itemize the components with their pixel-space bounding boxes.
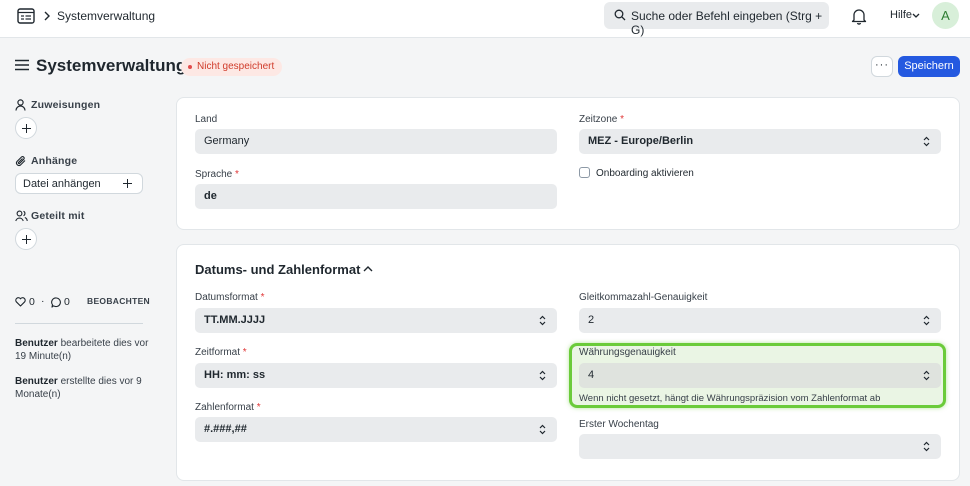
time-format-select[interactable]: HH: mm: ss: [195, 363, 557, 388]
country-input[interactable]: Germany: [195, 129, 557, 154]
more-actions-button[interactable]: ···: [871, 56, 893, 77]
float-precision-value: 2: [588, 314, 595, 326]
follow-button[interactable]: BEOBACHTEN: [87, 296, 150, 306]
search-placeholder: Suche oder Befehl eingeben (Strg + G): [631, 9, 823, 37]
comment-icon[interactable]: [51, 297, 62, 308]
menu-toggle-icon[interactable]: [15, 59, 29, 71]
timezone-select[interactable]: MEZ - Europe/Berlin: [579, 129, 941, 154]
shared-with-label: Geteilt mit: [31, 210, 85, 222]
country-label: Land: [195, 114, 218, 125]
language-label: Sprache *: [195, 169, 239, 180]
sidebar-divider: [15, 323, 143, 324]
currency-precision-label: Währungsgenauigkeit: [579, 347, 676, 358]
add-assignment-button[interactable]: [15, 117, 37, 139]
date-format-value: TT.MM.JJJJ: [204, 314, 266, 326]
activity-item: Benutzer erstellte dies vor 9 Monate(n): [15, 375, 150, 401]
paperclip-icon: [15, 156, 26, 167]
breadcrumb-item[interactable]: Systemverwaltung: [57, 9, 155, 23]
plus-icon: [123, 179, 132, 188]
likes-count: 0: [29, 296, 35, 308]
select-arrows-icon: [923, 136, 930, 147]
timezone-label: Zeitzone *: [579, 114, 625, 125]
navbar: Systemverwaltung Suche oder Befehl einge…: [0, 0, 970, 38]
add-share-button[interactable]: [15, 228, 37, 250]
number-format-label: Zahlenformat *: [195, 402, 261, 413]
activity-user[interactable]: Benutzer: [15, 338, 58, 349]
chevron-down-icon[interactable]: [912, 13, 920, 19]
activity-item: Benutzer bearbeitete dies vor 19 Minute(…: [15, 337, 150, 363]
number-format-select[interactable]: #.###,##: [195, 417, 557, 442]
help-menu[interactable]: Hilfe: [890, 9, 912, 21]
number-format-value: #.###,##: [204, 423, 247, 435]
breadcrumb-chevron-icon: [44, 11, 50, 21]
app-logo-icon[interactable]: [17, 8, 35, 24]
currency-precision-select[interactable]: 4: [579, 363, 941, 388]
select-arrows-icon: [539, 370, 546, 381]
general-settings-card: [176, 97, 960, 230]
user-avatar[interactable]: A: [932, 2, 959, 29]
heart-icon[interactable]: [15, 297, 26, 307]
currency-precision-value: 4: [588, 369, 595, 381]
timezone-value: MEZ - Europe/Berlin: [588, 135, 694, 147]
stats-separator: ·: [41, 295, 45, 307]
date-format-label: Datumsformat *: [195, 292, 265, 303]
attach-file-label: Datei anhängen: [23, 178, 101, 190]
unsaved-indicator: Nicht gespeichert: [181, 58, 283, 76]
search-icon: [614, 9, 626, 21]
search-bar[interactable]: Suche oder Befehl eingeben (Strg + G): [604, 2, 829, 37]
attachments-label: Anhänge: [31, 155, 78, 167]
page-title: Systemverwaltung: [36, 56, 187, 75]
first-day-select[interactable]: [579, 434, 941, 459]
notification-bell-icon[interactable]: [851, 8, 867, 25]
user-icon: [15, 99, 26, 111]
select-arrows-icon: [539, 315, 546, 326]
float-precision-select[interactable]: 2: [579, 308, 941, 333]
onboarding-checkbox[interactable]: [579, 167, 590, 178]
currency-precision-help: Wenn nicht gesetzt, hängt die Währungspr…: [579, 393, 881, 404]
activity-user[interactable]: Benutzer: [15, 376, 58, 387]
first-day-label: Erster Wochentag: [579, 419, 659, 430]
float-precision-label: Gleitkommazahl-Genauigkeit: [579, 292, 708, 303]
language-input[interactable]: de: [195, 184, 557, 209]
date-format-select[interactable]: TT.MM.JJJJ: [195, 308, 557, 333]
comments-count: 0: [64, 296, 70, 308]
time-format-value: HH: mm: ss: [204, 369, 266, 381]
select-arrows-icon: [923, 370, 930, 381]
save-button[interactable]: Speichern: [898, 56, 960, 77]
select-arrows-icon: [923, 315, 930, 326]
select-arrows-icon: [923, 441, 930, 452]
section-title[interactable]: Datums- und Zahlenformat: [195, 262, 360, 277]
select-arrows-icon: [539, 424, 546, 435]
assignments-label: Zuweisungen: [31, 99, 101, 111]
attach-file-button[interactable]: Datei anhängen: [15, 173, 143, 194]
users-icon: [15, 210, 28, 222]
time-format-label: Zeitformat *: [195, 347, 247, 358]
chevron-up-icon[interactable]: [363, 265, 373, 272]
onboarding-label[interactable]: Onboarding aktivieren: [596, 168, 694, 179]
